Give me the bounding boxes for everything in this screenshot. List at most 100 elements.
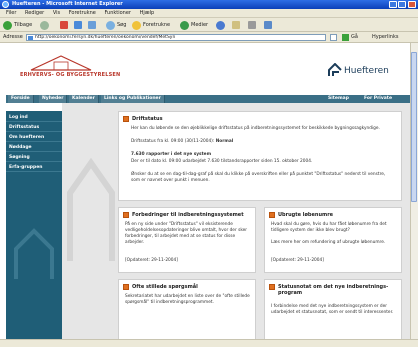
sidebar: Log ind Driftsstatus Om huefteren Nøddag… xyxy=(6,111,62,339)
stop-icon xyxy=(60,21,68,29)
menu-bar: Filer Rediger Vis Foretrukne Funktioner … xyxy=(0,9,418,18)
address-bar: Adresse http://oekonomi.fersyn.dk/huefte… xyxy=(0,32,418,43)
card-ofte-stillede-title[interactable]: Ofte stillede spørgsmål xyxy=(123,284,198,290)
bullet-icon xyxy=(269,212,275,218)
forward-button[interactable] xyxy=(40,20,49,30)
close-button[interactable] xyxy=(408,1,416,8)
favorites-button[interactable]: Foretrukne xyxy=(132,20,170,30)
nav-nyheder[interactable]: Nyheder xyxy=(39,95,68,103)
address-input[interactable]: http://oekonomi.fersyn.dk/huefteren/oeko… xyxy=(26,34,326,41)
history-button[interactable] xyxy=(216,20,225,30)
search-icon xyxy=(106,20,115,30)
address-url: http://oekonomi.fersyn.dk/huefteren/oeko… xyxy=(35,35,176,40)
media-label: Medier xyxy=(191,22,209,28)
card-driftstatus: Driftstatus Her kan du løbende se den øj… xyxy=(118,111,402,201)
maximize-button[interactable] xyxy=(398,1,406,8)
nav-for-private[interactable]: For Private xyxy=(364,95,392,103)
star-icon xyxy=(132,20,141,30)
sidebar-item-log-ind[interactable]: Log ind xyxy=(6,113,62,122)
menu-item-favorites[interactable]: Foretrukne xyxy=(69,10,96,16)
refresh-button[interactable] xyxy=(74,20,82,30)
menu-item-view[interactable]: Vis xyxy=(53,10,60,16)
sidebar-item-noddage[interactable]: Nøddage xyxy=(6,143,62,152)
card-statusnotat: Statusnotat om det nye indberetnings-pro… xyxy=(264,279,402,339)
bullet-icon xyxy=(123,212,129,218)
media-button[interactable]: Medier xyxy=(180,20,208,30)
menu-item-tools[interactable]: Funktioner xyxy=(104,10,131,16)
history-icon xyxy=(216,20,225,30)
print-button[interactable] xyxy=(248,20,256,30)
card-statusnotat-title[interactable]: Statusnotat om det nye indberetnings-pro… xyxy=(269,284,397,296)
nav-sitemap[interactable]: Sitemap xyxy=(328,95,349,103)
ofte-stillede-title-text: Ofte stillede spørgsmål xyxy=(132,284,198,290)
search-label: Søg xyxy=(117,22,127,28)
driftstatus-intro: Her kan du løbende se den øjeblikkelige … xyxy=(131,126,380,131)
ie-icon xyxy=(2,1,9,8)
search-button[interactable]: Søg xyxy=(106,20,126,30)
site-header: ERHVERVS- OG BYGGESTYRELSEN Huefteren xyxy=(6,46,410,88)
driftstatus-reports-title: 7.630 rapporter i det nye system xyxy=(131,152,212,157)
menu-item-help[interactable]: Hjælp xyxy=(140,10,155,16)
vertical-scrollbar-thumb[interactable] xyxy=(411,52,417,202)
browser-toolbar: Tilbage Søg Foretrukne Medier xyxy=(0,18,418,32)
edit-icon xyxy=(264,21,272,29)
minimize-button[interactable] xyxy=(389,1,397,8)
back-arrow-icon xyxy=(3,20,12,30)
driftstatus-title-text: Driftstatus xyxy=(132,116,163,122)
card-driftstatus-title[interactable]: Driftstatus xyxy=(123,116,163,122)
bullet-icon xyxy=(123,116,129,122)
print-icon xyxy=(248,21,256,29)
nav-forside[interactable]: Forside xyxy=(8,95,34,103)
edit-button[interactable] xyxy=(264,20,272,30)
card-forbedringer-title[interactable]: Forbedringer til indberetningssystemet xyxy=(123,212,244,218)
bullet-icon xyxy=(123,284,129,290)
card-ubrugte-title[interactable]: Ubrugte løbenumre xyxy=(269,212,333,218)
forbedringer-text: På en ny side under "Driftsstatus" vil e… xyxy=(125,222,248,245)
window-title-bar: Huefteren - Microsoft Internet Explorer xyxy=(0,0,418,9)
sidebar-item-om-huefteren[interactable]: Om huefteren xyxy=(6,133,62,142)
driftstatus-status-value: Normal xyxy=(215,139,234,144)
card-ofte-stillede: Ofte stillede spørgsmål Sekretariatet ha… xyxy=(118,279,256,339)
sidebar-item-erfa-gruppen[interactable]: Erfa-gruppen xyxy=(6,163,62,172)
ubrugte-updated: [Opdateret: 29-11-2004] xyxy=(271,258,324,263)
forward-arrow-icon xyxy=(40,20,49,30)
driftstatus-status-prefix: Driftsstatus fra kl. 09:00 (30/11-2004): xyxy=(131,139,215,144)
address-label: Adresse xyxy=(3,34,23,40)
refresh-icon xyxy=(74,21,82,29)
address-dropdown-button[interactable] xyxy=(330,34,337,41)
forbedringer-updated: [Opdateret: 29-11-2004] xyxy=(125,258,178,263)
content-area: Driftstatus Her kan du løbende se den øj… xyxy=(62,103,410,339)
forbedringer-title-text: Forbedringer til indberetningssystemet xyxy=(132,212,244,218)
mail-button[interactable] xyxy=(232,20,240,30)
home-icon xyxy=(88,21,96,29)
nav-kalender[interactable]: Kalender xyxy=(69,95,99,103)
bullet-icon xyxy=(269,284,275,290)
horizontal-scrollbar[interactable] xyxy=(0,339,418,347)
page-icon xyxy=(28,36,33,40)
back-button[interactable]: Tilbage xyxy=(3,20,32,30)
driftstatus-reports-text: Der er til dato kl. 09:00 udarbejdet 7.6… xyxy=(131,159,313,164)
links-label[interactable]: Hyperlinks xyxy=(372,32,398,43)
nav-links[interactable]: Links og Publikationer xyxy=(101,95,165,103)
card-ubrugte: Ubrugte løbenumre Hvad skal du gøre, hvi… xyxy=(264,207,402,273)
brand-name: Huefteren xyxy=(344,66,389,76)
web-page: ERHVERVS- OG BYGGESTYRELSEN Huefteren Fo… xyxy=(0,43,418,339)
sidebar-item-driftsstatus[interactable]: Driftsstatus xyxy=(6,123,62,132)
favorites-label: Foretrukne xyxy=(143,22,171,28)
ofte-stillede-text: Sekretariatet har udarbejdet en liste ov… xyxy=(125,294,250,305)
driftstatus-graph-note: Ønsker du at se en dag-til-dag-graf på s… xyxy=(131,172,386,183)
window-title: Huefteren - Microsoft Internet Explorer xyxy=(12,1,123,7)
go-button[interactable]: Gå xyxy=(342,32,358,43)
card-forbedringer: Forbedringer til indberetningssystemet P… xyxy=(118,207,256,273)
menu-item-edit[interactable]: Rediger xyxy=(25,10,44,16)
menu-item-file[interactable]: Filer xyxy=(6,10,16,16)
statusnotat-title-text: Statusnotat om det nye indberetnings-pro… xyxy=(278,284,389,296)
go-label: Gå xyxy=(351,34,358,40)
ubrugte-text: Hvad skal du gøre, hvis du har fået løbe… xyxy=(271,222,387,233)
go-arrow-icon xyxy=(342,34,349,41)
house-watermark-icon xyxy=(14,228,54,279)
stop-button[interactable] xyxy=(60,20,68,30)
authority-name: ERHVERVS- OG BYGGESTYRELSEN xyxy=(20,72,121,78)
home-button[interactable] xyxy=(88,20,96,30)
sidebar-item-sogning[interactable]: Søgning xyxy=(6,153,62,162)
